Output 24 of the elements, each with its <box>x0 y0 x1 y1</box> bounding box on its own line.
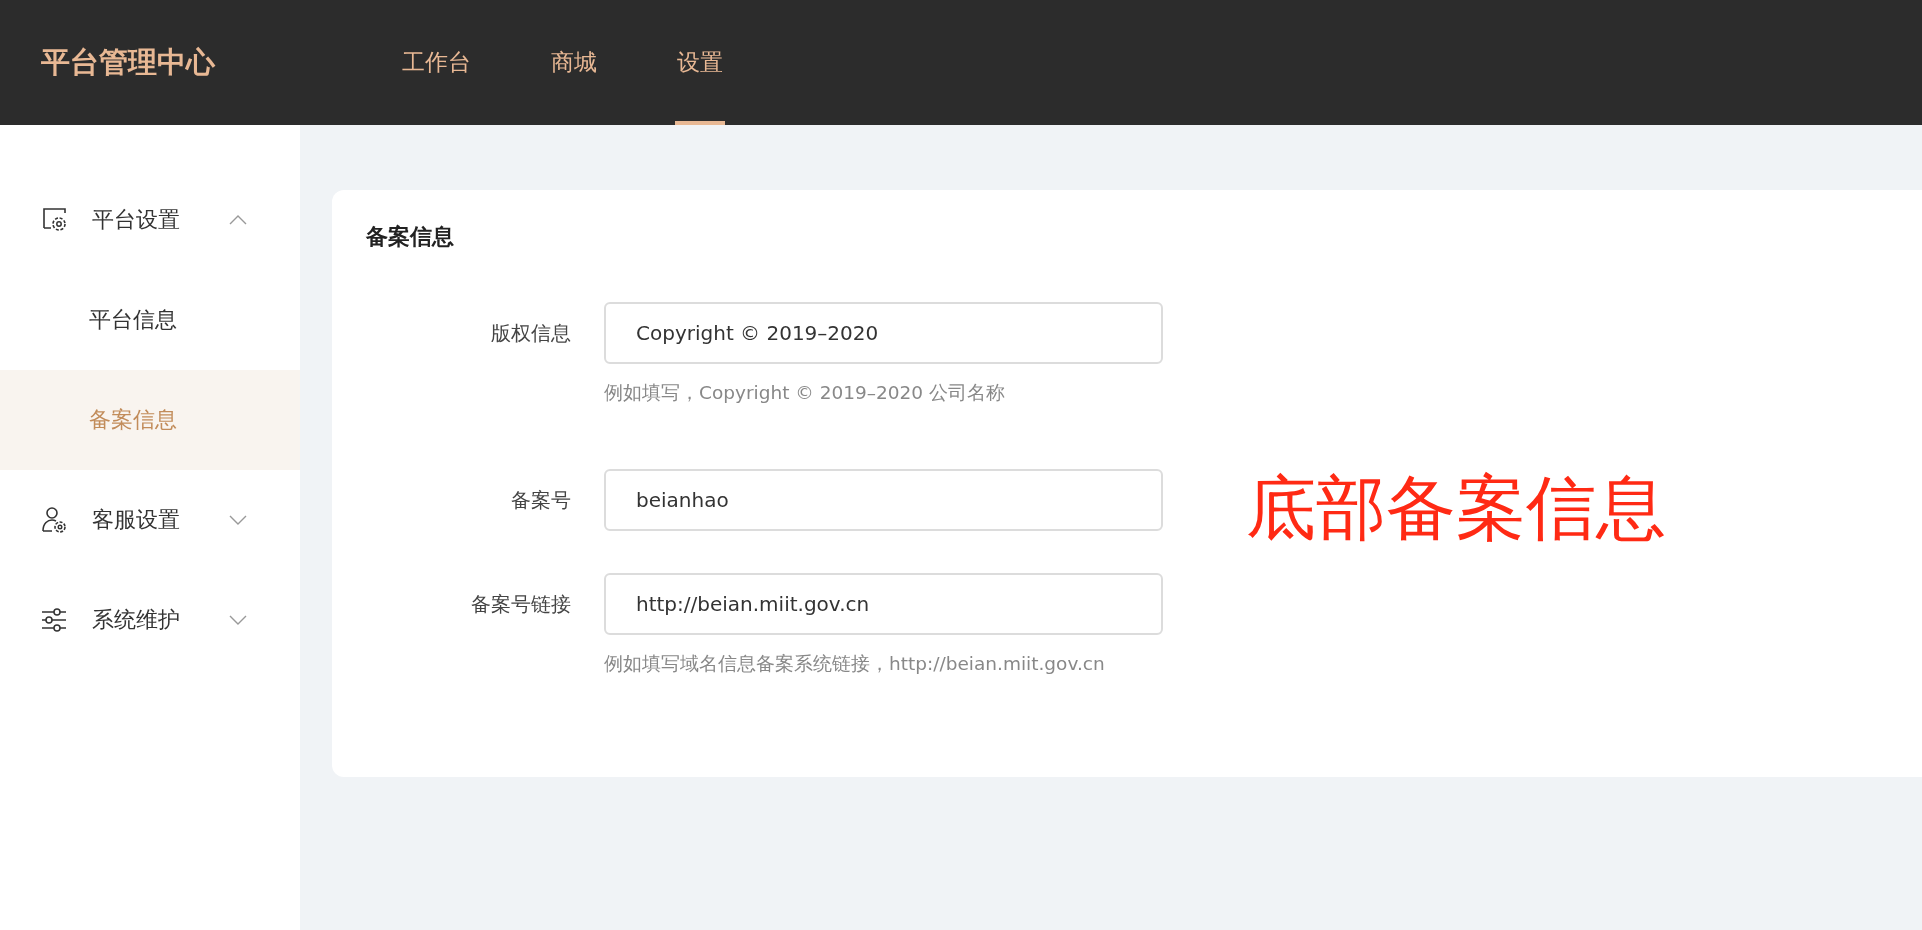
input-field[interactable]: Copyright © 2019–2020 <box>604 302 1163 364</box>
menu-group[interactable]: 客服设置 <box>0 470 300 570</box>
nav-tab[interactable]: 商城 <box>549 0 599 125</box>
monitor-gear-icon <box>40 206 68 234</box>
field-label: 备案号链接 <box>470 591 571 618</box>
sliders-icon <box>40 606 68 634</box>
menu-group-label: 客服设置 <box>92 506 181 534</box>
menu-group-label: 平台设置 <box>92 206 181 234</box>
app-title: 平台管理中心 <box>41 43 216 81</box>
annotation-text: 底部备案信息 <box>1246 466 1666 551</box>
input-field[interactable]: beianhao <box>604 469 1163 531</box>
help-text: 例如填写域名信息备案系统链接，http://beian.miit.gov.cn <box>604 652 1106 676</box>
input-field[interactable]: http://beian.miit.gov.cn <box>604 573 1163 635</box>
menu-group-label: 系统维护 <box>92 606 181 634</box>
menu-item[interactable]: 平台信息 <box>0 270 300 370</box>
person-gear-icon <box>40 506 68 534</box>
nav-tab[interactable]: 工作台 <box>400 0 473 125</box>
field-label: 备案号 <box>510 487 571 514</box>
nav-tab[interactable]: 设置 <box>675 0 725 125</box>
card-title: 备案信息 <box>366 223 455 251</box>
menu-group[interactable]: 平台设置 <box>0 170 300 270</box>
field-label: 版权信息 <box>490 320 571 347</box>
menu-group[interactable]: 系统维护 <box>0 570 300 670</box>
help-text: 例如填写，Copyright © 2019–2020 公司名称 <box>604 381 1006 405</box>
